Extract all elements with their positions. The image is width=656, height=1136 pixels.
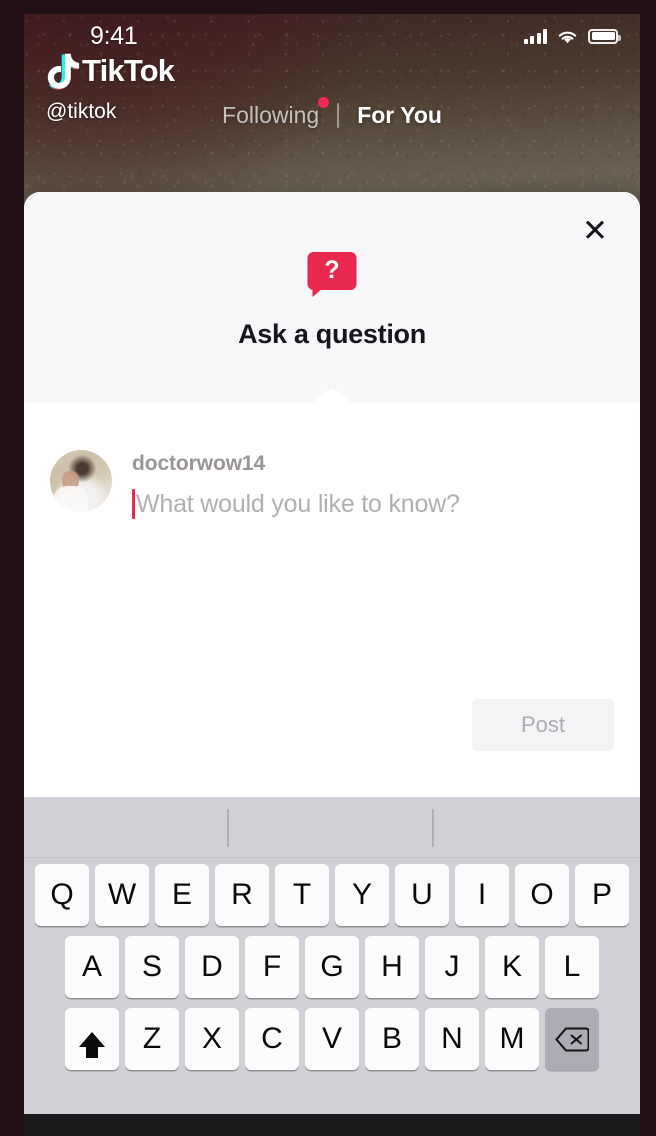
key-a[interactable]: A — [65, 936, 119, 998]
question-input-placeholder: What would you like to know? — [136, 489, 460, 518]
delete-key[interactable] — [545, 1008, 599, 1070]
key-j[interactable]: J — [425, 936, 479, 998]
key-e[interactable]: E — [155, 864, 209, 926]
close-icon[interactable]: ✕ — [574, 209, 616, 251]
status-time: 9:41 — [90, 21, 138, 50]
sheet-header: ✕ ? Ask a question — [24, 192, 640, 403]
tab-for-you-label: For You — [357, 102, 442, 128]
home-indicator-area — [24, 1114, 640, 1136]
key-d[interactable]: D — [185, 936, 239, 998]
key-u[interactable]: U — [395, 864, 449, 926]
key-t[interactable]: T — [275, 864, 329, 926]
key-b[interactable]: B — [365, 1008, 419, 1070]
key-l[interactable]: L — [545, 936, 599, 998]
cellular-signal-icon — [523, 28, 547, 44]
key-v[interactable]: V — [305, 1008, 359, 1070]
ask-question-sheet: ✕ ? Ask a question doctorwow14 What woul… — [24, 192, 640, 797]
keyboard-row-3: Z X C V B N M — [24, 998, 640, 1070]
sheet-body: doctorwow14 What would you like to know?… — [24, 402, 640, 797]
question-input[interactable]: What would you like to know? — [132, 487, 614, 521]
post-button[interactable]: Post — [472, 699, 614, 751]
tab-separator — [337, 103, 340, 128]
shift-arrow-icon — [79, 1031, 105, 1058]
key-x[interactable]: X — [185, 1008, 239, 1070]
question-bubble-body: ? — [307, 252, 357, 290]
key-f[interactable]: F — [245, 936, 299, 998]
compose-username: doctorwow14 — [132, 452, 266, 475]
key-o[interactable]: O — [515, 864, 569, 926]
onscreen-keyboard: Q W E R T Y U I O P A S D F G H J K L Z … — [24, 797, 640, 1136]
notification-dot-icon — [318, 97, 330, 108]
key-m[interactable]: M — [485, 1008, 539, 1070]
key-y[interactable]: Y — [335, 864, 389, 926]
predictive-divider-1 — [227, 809, 229, 847]
key-k[interactable]: K — [485, 936, 539, 998]
brand-name: TikTok — [82, 53, 175, 88]
tab-following-label: Following — [222, 102, 320, 128]
key-p[interactable]: P — [575, 864, 629, 926]
question-bubble-icon: ? — [307, 252, 357, 297]
status-icons — [523, 28, 621, 45]
key-g[interactable]: G — [305, 936, 359, 998]
text-caret — [132, 489, 135, 519]
battery-icon — [588, 28, 621, 44]
key-i[interactable]: I — [455, 864, 509, 926]
feed-tabs: Following For You — [24, 97, 640, 129]
key-c[interactable]: C — [245, 1008, 299, 1070]
question-mark-glyph: ? — [324, 256, 340, 284]
page-title: Ask a question — [238, 319, 426, 349]
header-notch-pointer — [312, 388, 352, 403]
keyboard-row-1: Q W E R T Y U I O P — [24, 858, 640, 926]
compose-fields: doctorwow14 What would you like to know? — [112, 450, 614, 521]
phone-viewport: 9:41 TikTok @tiktok Following For You ✕ … — [24, 14, 640, 1136]
key-w[interactable]: W — [95, 864, 149, 926]
predictive-divider-2 — [432, 809, 434, 847]
status-bar: 9:41 — [24, 14, 640, 58]
keyboard-row-2: A S D F G H J K L — [24, 926, 640, 998]
question-bubble-tail — [312, 286, 326, 297]
screen-root: 9:41 TikTok @tiktok Following For You ✕ … — [0, 0, 656, 1136]
compose-row: doctorwow14 What would you like to know? — [24, 450, 640, 521]
key-n[interactable]: N — [425, 1008, 479, 1070]
key-r[interactable]: R — [215, 864, 269, 926]
predictive-suggestion-bar[interactable] — [24, 797, 640, 858]
tab-for-you[interactable]: For You — [341, 102, 458, 129]
tab-following[interactable]: Following — [206, 97, 335, 129]
wifi-icon — [558, 31, 577, 43]
key-z[interactable]: Z — [125, 1008, 179, 1070]
key-s[interactable]: S — [125, 936, 179, 998]
shift-key[interactable] — [65, 1008, 119, 1070]
key-h[interactable]: H — [365, 936, 419, 998]
avatar[interactable] — [50, 450, 112, 512]
key-q[interactable]: Q — [35, 864, 89, 926]
backspace-delete-icon — [555, 1027, 589, 1052]
